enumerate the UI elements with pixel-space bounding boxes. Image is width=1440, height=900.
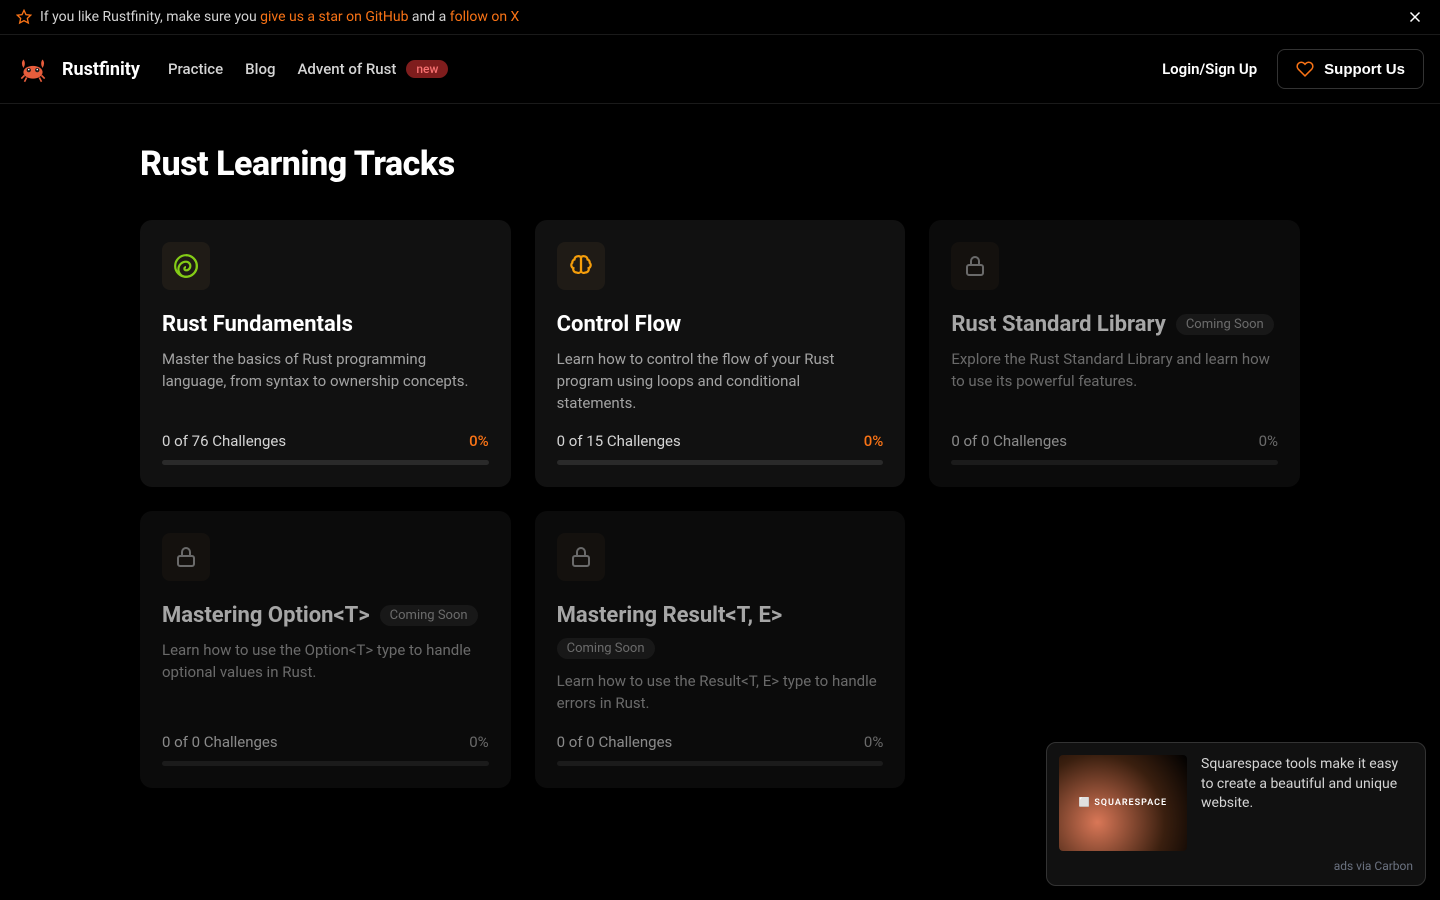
lock-icon (951, 242, 999, 290)
brand-name: Rustfinity (62, 59, 140, 80)
heart-icon (1296, 60, 1314, 78)
card-title: Mastering Option<T> (162, 603, 370, 628)
card-description: Master the basics of Rust programming la… (162, 349, 489, 414)
challenges-count: 0 of 15 Challenges (557, 432, 681, 450)
brand[interactable]: Rustfinity (16, 52, 140, 86)
progress-percent: 0% (469, 432, 489, 450)
new-badge: new (406, 60, 448, 78)
main-nav: Rustfinity Practice Blog Advent of Rust … (0, 35, 1440, 104)
close-icon[interactable] (1406, 8, 1424, 26)
progress-percent: 0% (1259, 432, 1278, 450)
nav-blog[interactable]: Blog (245, 60, 275, 78)
track-card[interactable]: Control Flow Learn how to control the flo… (535, 220, 906, 487)
progress-percent: 0% (864, 432, 884, 450)
card-footer: 0 of 0 Challenges 0% (162, 733, 489, 766)
card-title: Rust Fundamentals (162, 312, 353, 337)
progress-row: 0 of 0 Challenges 0% (162, 733, 489, 751)
track-card: Rust Standard Library Coming Soon Explore … (929, 220, 1300, 487)
card-description: Learn how to use the Option<T> type to h… (162, 640, 489, 715)
nav-links: Practice Blog Advent of Rust new (168, 60, 448, 78)
challenges-count: 0 of 76 Challenges (162, 432, 286, 450)
track-card[interactable]: Rust Fundamentals Master the basics of Ru… (140, 220, 511, 487)
crab-logo-icon (16, 52, 50, 86)
announce-bar: If you like Rustfinity, make sure you gi… (0, 0, 1440, 35)
lock-icon (557, 533, 605, 581)
brain-icon (557, 242, 605, 290)
x-link[interactable]: follow on X (450, 9, 520, 25)
card-title: Mastering Result<T, E> (557, 603, 783, 628)
card-title: Control Flow (557, 312, 682, 337)
coming-soon-badge: Coming Soon (557, 638, 655, 659)
progress-bar (557, 460, 884, 465)
ad-image: ⬜ SQUARESPACE (1059, 755, 1187, 851)
nav-right: Login/Sign Up Support Us (1162, 49, 1424, 89)
progress-row: 0 of 76 Challenges 0% (162, 432, 489, 450)
card-footer: 0 of 76 Challenges 0% (162, 432, 489, 465)
progress-bar (557, 761, 884, 766)
progress-bar (162, 761, 489, 766)
card-title-row: Rust Standard Library Coming Soon (951, 312, 1278, 337)
progress-percent: 0% (469, 733, 488, 751)
ad-text: Squarespace tools make it easy to create… (1201, 755, 1413, 851)
card-description: Learn how to use the Result<T, E> type t… (557, 671, 884, 715)
progress-row: 0 of 15 Challenges 0% (557, 432, 884, 450)
card-title-row: Mastering Option<T> Coming Soon (162, 603, 489, 628)
nav-left: Rustfinity Practice Blog Advent of Rust … (16, 52, 448, 86)
ad-content: ⬜ SQUARESPACE Squarespace tools make it … (1059, 755, 1413, 851)
track-card: Mastering Option<T> Coming Soon Learn how … (140, 511, 511, 788)
challenges-count: 0 of 0 Challenges (162, 733, 278, 751)
main-content: Rust Learning Tracks Rust Fundamentals Ma… (0, 104, 1440, 788)
ad-via[interactable]: ads via Carbon (1059, 859, 1413, 873)
track-card: Mastering Result<T, E> Coming Soon Learn h… (535, 511, 906, 788)
carbon-ad[interactable]: ⬜ SQUARESPACE Squarespace tools make it … (1046, 742, 1426, 886)
progress-percent: 0% (864, 733, 883, 751)
card-title-row: Mastering Result<T, E> Coming Soon (557, 603, 884, 659)
nav-advent[interactable]: Advent of Rust new (297, 60, 448, 78)
tracks-grid: Rust Fundamentals Master the basics of Ru… (140, 220, 1300, 788)
progress-row: 0 of 0 Challenges 0% (557, 733, 884, 751)
progress-bar (162, 460, 489, 465)
lock-icon (162, 533, 210, 581)
progress-row: 0 of 0 Challenges 0% (951, 432, 1278, 450)
card-title-row: Rust Fundamentals (162, 312, 489, 337)
github-link[interactable]: give us a star on GitHub (260, 9, 408, 25)
challenges-count: 0 of 0 Challenges (557, 733, 673, 751)
card-footer: 0 of 0 Challenges 0% (557, 733, 884, 766)
nav-practice[interactable]: Practice (168, 60, 223, 78)
announce-message: If you like Rustfinity, make sure you gi… (16, 9, 519, 25)
card-description: Explore the Rust Standard Library and le… (951, 349, 1278, 414)
star-icon (16, 9, 32, 25)
card-footer: 0 of 0 Challenges 0% (951, 432, 1278, 465)
announce-text: If you like Rustfinity, make sure you gi… (40, 9, 519, 25)
card-description: Learn how to control the flow of your Ru… (557, 349, 884, 414)
login-link[interactable]: Login/Sign Up (1162, 60, 1257, 78)
support-button[interactable]: Support Us (1277, 49, 1424, 89)
challenges-count: 0 of 0 Challenges (951, 432, 1067, 450)
card-footer: 0 of 15 Challenges 0% (557, 432, 884, 465)
coming-soon-badge: Coming Soon (1176, 314, 1274, 335)
card-title-row: Control Flow (557, 312, 884, 337)
spiral-icon (162, 242, 210, 290)
page-title: Rust Learning Tracks (140, 144, 1300, 184)
progress-bar (951, 460, 1278, 465)
nav-advent-label: Advent of Rust (297, 60, 396, 78)
support-label: Support Us (1324, 61, 1405, 78)
card-title: Rust Standard Library (951, 312, 1166, 337)
coming-soon-badge: Coming Soon (380, 605, 478, 626)
